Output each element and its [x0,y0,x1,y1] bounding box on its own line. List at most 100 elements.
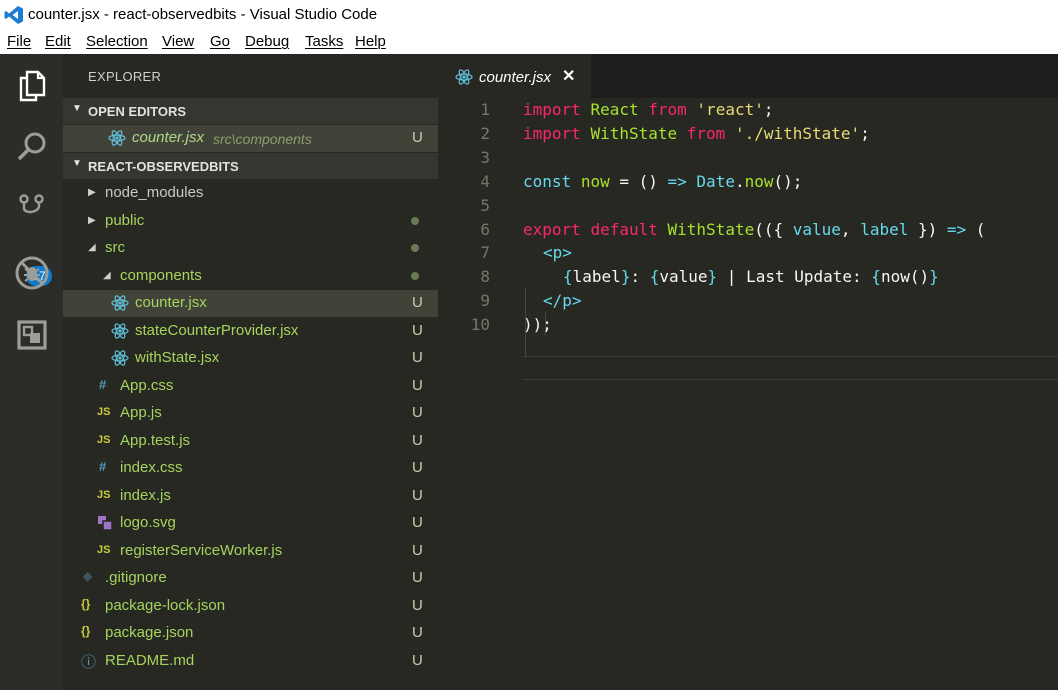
files-icon [19,70,45,102]
tree-file-index-js[interactable]: JS index.js U [63,483,438,510]
line-number: 1 [480,100,490,119]
title-bar: counter.jsx - react-observedbits - Visua… [0,0,1058,30]
tree-file-logo-svg[interactable]: logo.svg U [63,510,438,537]
tree-folder-src[interactable]: ◢ src [63,235,438,262]
open-editors-header[interactable]: ▼ OPEN EDITORS [63,98,438,124]
source-control-activity[interactable] [0,179,63,239]
explorer-activity[interactable] [0,56,63,116]
js-icon: JS [97,434,111,446]
search-activity[interactable] [0,117,63,177]
chevron-down-icon: ◢ [103,270,111,281]
code-line-10: )); [523,315,552,334]
tree-item-label: components [120,267,202,284]
menu-bar: File Edit Selection View Go Debug Tasks … [0,30,1058,54]
extensions-activity[interactable] [0,305,63,365]
tab-counter-jsx[interactable]: counter.jsx ✕ [438,54,591,98]
vscode-logo-icon [4,6,23,24]
tree-file-withstate-jsx[interactable]: withState.jsx U [63,345,438,372]
git-status-untracked: U [412,514,423,531]
json-icon: {} [81,597,91,611]
tree-item-label: logo.svg [120,514,176,531]
tree-item-label: index.css [120,459,183,476]
line-number: 4 [480,172,490,191]
git-status-untracked: U [412,404,423,421]
tree-file-app-css[interactable]: # App.css U [63,373,438,400]
line-number: 5 [480,196,490,215]
tree-file-gitignore[interactable]: ◆ .gitignore U [63,565,438,592]
tree-item-label: public [105,212,145,229]
tree-file-counter-jsx[interactable]: counter.jsx U [63,290,438,317]
tab-label: counter.jsx [479,69,551,86]
code-line-6: export default WithState(({ value, label… [523,220,986,239]
menu-help[interactable]: Help [355,33,386,50]
code-line-4: const now = () => Date.now(); [523,172,803,191]
react-icon [111,294,129,315]
tree-item-label: .gitignore [105,569,167,586]
extensions-icon [16,320,47,350]
menu-edit[interactable]: Edit [45,33,71,50]
menu-file[interactable]: File [7,33,31,50]
open-editors-label: OPEN EDITORS [88,104,187,119]
tree-item-label: stateCounterProvider.jsx [135,322,299,339]
line-number: 6 [480,220,490,239]
chevron-down-icon: ◢ [88,242,96,253]
modified-dot-icon [411,272,419,280]
tree-file-package-lock-json[interactable]: {} package-lock.json U [63,593,438,620]
project-header[interactable]: ▼ REACT-OBSERVEDBITS [63,153,438,179]
search-icon [17,132,45,160]
code-view[interactable]: 1 2 3 4 5 6 7 8 9 10 import React from '… [438,98,1058,690]
js-icon: JS [97,544,111,556]
editor-tab-bar: counter.jsx ✕ [438,54,1058,98]
tree-item-label: package-lock.json [105,597,226,614]
js-icon: JS [97,489,111,501]
tree-item-label: src [105,239,125,256]
js-icon: JS [97,406,111,418]
current-line-highlight [523,356,1058,380]
react-icon [455,68,473,91]
menu-tasks[interactable]: Tasks [305,33,343,50]
menu-view[interactable]: View [162,33,194,50]
tree-item-label: index.js [120,487,171,504]
tree-item-label: package.json [105,624,194,641]
tree-file-statecounterprovider-jsx[interactable]: stateCounterProvider.jsx U [63,318,438,345]
explorer-title: EXPLORER [88,69,162,84]
line-number: 9 [480,291,490,310]
tree-folder-components[interactable]: ◢ components [63,263,438,290]
git-icon: ◆ [83,569,93,583]
tree-file-index-css[interactable]: # index.css U [63,455,438,482]
git-status-untracked: U [412,129,423,146]
tree-file-package-json[interactable]: {} package.json U [63,620,438,647]
css-hash-icon: # [99,377,107,392]
git-status-untracked: U [412,349,423,366]
tree-item-label: App.test.js [120,432,191,449]
line-number: 2 [480,124,490,143]
git-status-untracked: U [412,459,423,476]
menu-go[interactable]: Go [210,33,230,50]
menu-selection[interactable]: Selection [86,33,148,50]
menu-debug[interactable]: Debug [245,33,289,50]
git-status-untracked: U [412,322,423,339]
tree-file-registerserviceworker-js[interactable]: JS registerServiceWorker.js U [63,538,438,565]
tree-folder-node-modules[interactable]: ▶ node_modules [63,180,438,207]
tree-folder-public[interactable]: ▶ public [63,208,438,235]
json-icon: {} [81,624,91,638]
git-status-untracked: U [412,542,423,559]
code-line-9: </p> [543,291,582,310]
tree-file-app-test-js[interactable]: JS App.test.js U [63,428,438,455]
chevron-down-icon: ▼ [72,158,82,169]
git-status-untracked: U [412,487,423,504]
open-editor-item[interactable]: counter.jsx src\components U [63,125,438,152]
close-icon[interactable]: ✕ [562,66,575,86]
tree-file-app-js[interactable]: JS App.js U [63,400,438,427]
chevron-right-icon: ▶ [88,187,96,198]
git-status-untracked: U [412,652,423,669]
css-hash-icon: # [99,459,107,474]
window-title: counter.jsx - react-observedbits - Visua… [28,6,378,23]
git-status-untracked: U [412,432,423,449]
info-icon: ⓘ [81,654,97,671]
tree-item-label: node_modules [105,184,204,201]
tree-file-readme-md[interactable]: ⓘ README.md U [63,648,438,675]
debug-activity[interactable] [0,243,63,303]
code-line-7: <p> [543,243,572,262]
line-number: 8 [480,267,490,286]
